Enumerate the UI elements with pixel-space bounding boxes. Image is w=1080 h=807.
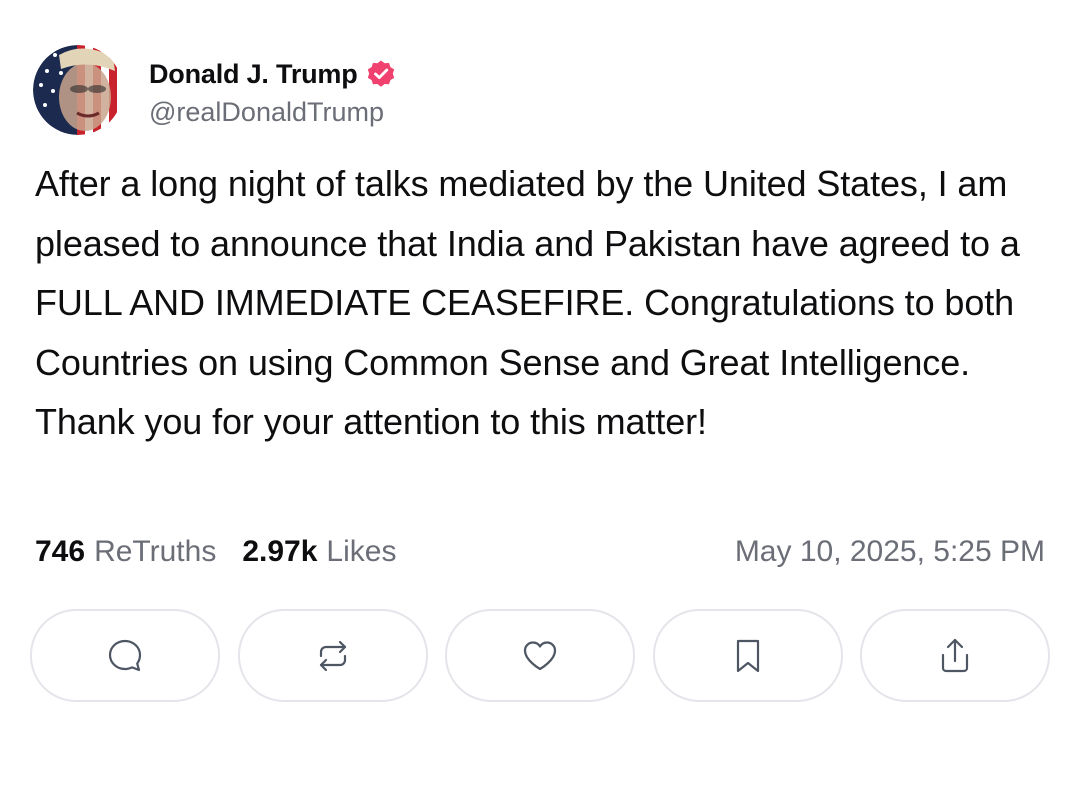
bookmark-button[interactable] bbox=[652, 609, 843, 702]
author-info: Donald J. Trump @realDonaldTrump bbox=[149, 52, 396, 128]
name-row: Donald J. Trump bbox=[149, 52, 396, 96]
reply-icon bbox=[108, 639, 142, 671]
reply-button[interactable] bbox=[30, 609, 220, 702]
retruth-button[interactable] bbox=[237, 609, 428, 702]
likes-label: Likes bbox=[326, 535, 397, 568]
avatar-image bbox=[33, 45, 123, 135]
post-text: After a long night of talks mediated by … bbox=[35, 163, 1020, 442]
likes-stat[interactable]: 2.97k Likes bbox=[242, 535, 396, 569]
display-name[interactable]: Donald J. Trump bbox=[149, 59, 358, 90]
post-card: Donald J. Trump @realDonaldTrump After a… bbox=[0, 0, 1080, 807]
verified-badge-icon bbox=[367, 60, 394, 87]
post-header: Donald J. Trump @realDonaldTrump bbox=[33, 44, 396, 136]
post-stats: 746 ReTruths 2.97k Likes May 10, 2025, 5… bbox=[35, 530, 1045, 574]
user-handle[interactable]: @realDonaldTrump bbox=[149, 97, 396, 128]
bookmark-icon bbox=[736, 639, 759, 672]
likes-count: 2.97k bbox=[242, 535, 318, 568]
post-timestamp: May 10, 2025, 5:25 PM bbox=[734, 535, 1045, 568]
retruths-label: ReTruths bbox=[94, 535, 217, 568]
action-bar bbox=[30, 609, 1050, 702]
repost-icon bbox=[319, 640, 346, 671]
avatar[interactable] bbox=[33, 45, 123, 135]
heart-icon bbox=[523, 640, 557, 670]
retruths-stat[interactable]: 746 ReTruths bbox=[35, 535, 216, 569]
share-icon bbox=[941, 638, 969, 672]
retruths-count: 746 bbox=[35, 535, 86, 568]
like-button[interactable] bbox=[445, 609, 635, 702]
share-button[interactable] bbox=[860, 609, 1050, 702]
